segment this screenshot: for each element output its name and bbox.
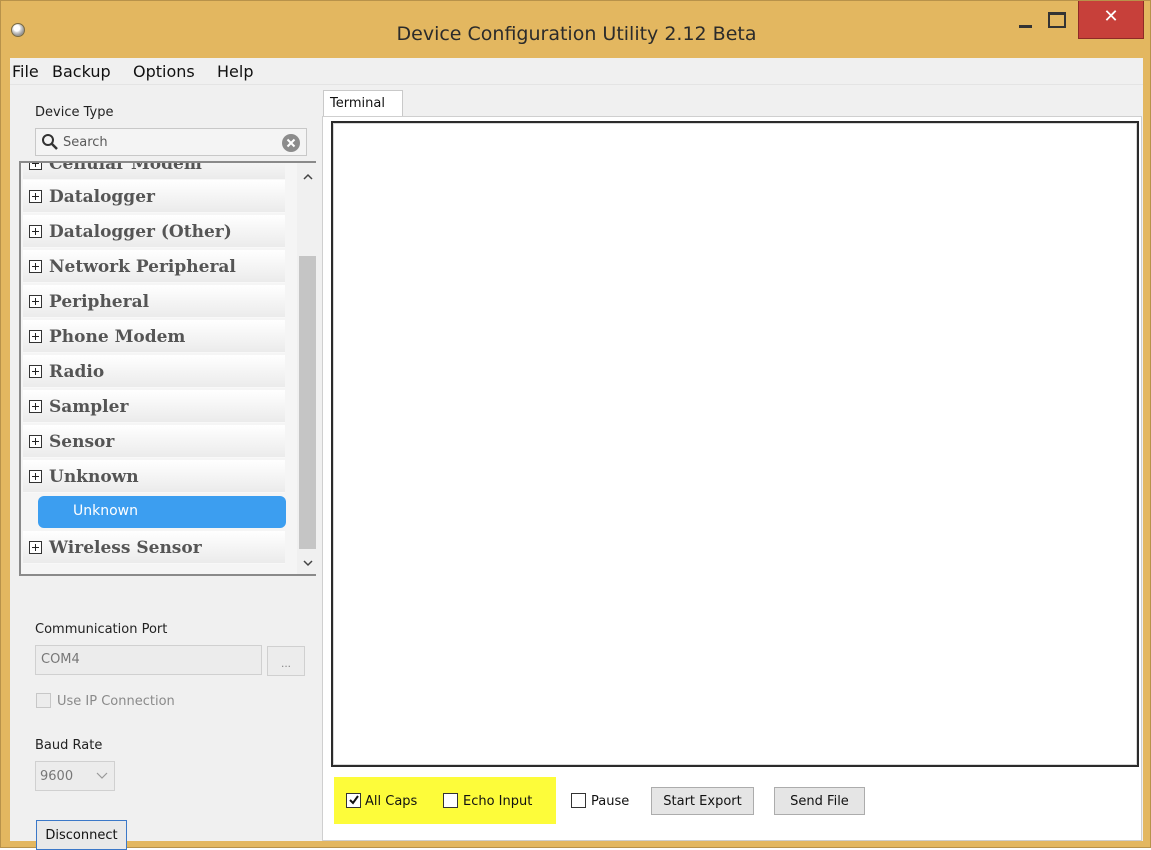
tree-item-wireless-sensor[interactable]: Wireless Sensor — [23, 531, 285, 564]
terminal-output[interactable] — [331, 121, 1139, 767]
terminal-panel: Terminal All Caps Echo Input Pause Start… — [316, 85, 1143, 841]
tab-terminal[interactable]: Terminal — [323, 90, 403, 117]
app-window: Device Configuration Utility 2.12 Beta ✕… — [0, 0, 1151, 850]
tree-item-datalogger[interactable]: Datalogger — [23, 180, 285, 213]
menu-backup[interactable]: Backup — [52, 62, 111, 81]
all-caps-checkbox[interactable] — [346, 793, 361, 808]
communication-port-field[interactable]: COM4 — [35, 645, 262, 675]
tree-item-label: Unknown — [49, 467, 139, 487]
tree-item-sensor[interactable]: Sensor — [23, 425, 285, 458]
expand-icon[interactable] — [29, 295, 42, 308]
close-icon: ✕ — [1103, 6, 1119, 27]
tree-child-label: Unknown — [73, 503, 138, 519]
tree-item-label: Datalogger — [49, 187, 155, 207]
disconnect-button[interactable]: Disconnect — [36, 820, 127, 850]
tree-child-unknown-selected[interactable]: Unknown — [38, 496, 286, 528]
tree-item-unknown[interactable]: Unknown — [23, 460, 285, 493]
send-file-button[interactable]: Send File — [774, 787, 865, 815]
echo-input-checkbox[interactable] — [443, 793, 458, 808]
window-title: Device Configuration Utility 2.12 Beta — [396, 23, 757, 45]
title-bar[interactable]: Device Configuration Utility 2.12 Beta ✕ — [1, 1, 1151, 59]
terminal-tab-body: All Caps Echo Input Pause Start Export S… — [322, 116, 1142, 841]
pause-checkbox[interactable] — [571, 793, 586, 808]
search-icon — [42, 134, 58, 150]
minimize-icon[interactable] — [1012, 1, 1042, 41]
checkmark-icon — [349, 795, 359, 805]
menu-help[interactable]: Help — [217, 62, 253, 81]
tree-item-label: Cellular Modem — [49, 161, 202, 174]
menu-file[interactable]: File — [12, 62, 39, 81]
search-input[interactable] — [63, 133, 273, 151]
scroll-up-icon[interactable] — [302, 171, 314, 183]
tree-item-peripheral[interactable]: Peripheral — [23, 285, 285, 318]
tree-item-cellular-modem[interactable]: Cellular Modem — [23, 161, 285, 180]
use-ip-checkbox[interactable] — [36, 693, 51, 708]
expand-icon[interactable] — [29, 400, 42, 413]
baud-rate-select[interactable]: 9600 — [35, 761, 115, 791]
search-box[interactable] — [35, 128, 307, 156]
baud-rate-label: Baud Rate — [35, 738, 103, 753]
clear-search-icon[interactable] — [281, 133, 301, 153]
menu-options[interactable]: Options — [133, 62, 195, 81]
tree-item-radio[interactable]: Radio — [23, 355, 285, 388]
expand-icon[interactable] — [29, 225, 42, 238]
device-type-label: Device Type — [35, 105, 114, 120]
tree-item-label: Peripheral — [49, 292, 150, 312]
tree-item-datalogger-other[interactable]: Datalogger (Other) — [23, 215, 285, 248]
use-ip-label: Use IP Connection — [57, 694, 175, 709]
expand-icon[interactable] — [29, 260, 42, 273]
close-button[interactable]: ✕ — [1078, 1, 1144, 39]
expand-icon[interactable] — [29, 365, 42, 378]
expand-icon[interactable] — [29, 435, 42, 448]
tree-item-label: Sensor — [49, 432, 115, 452]
tree-item-label: Phone Modem — [49, 327, 186, 347]
start-export-button[interactable]: Start Export — [651, 787, 754, 815]
tree-item-label: Network Peripheral — [49, 257, 236, 277]
scrollbar-thumb[interactable] — [299, 256, 317, 549]
device-panel: Device Type Cellular Modem — [10, 85, 321, 850]
tree-item-network-peripheral[interactable]: Network Peripheral — [23, 250, 285, 283]
scroll-down-icon[interactable] — [302, 557, 314, 569]
echo-input-label: Echo Input — [463, 794, 533, 809]
baud-rate-value: 9600 — [40, 769, 74, 784]
tree-item-sampler[interactable]: Sampler — [23, 390, 285, 423]
expand-icon[interactable] — [29, 541, 42, 554]
tree-item-label: Sampler — [49, 397, 129, 417]
all-caps-label: All Caps — [365, 794, 418, 809]
menu-bar: File Backup Options Help — [10, 58, 1143, 85]
tree-item-label: Datalogger (Other) — [49, 222, 232, 242]
communication-port-label: Communication Port — [35, 622, 168, 637]
expand-icon[interactable] — [29, 330, 42, 343]
maximize-icon[interactable] — [1041, 1, 1071, 41]
client-area: File Backup Options Help Device Type Sea… — [10, 58, 1143, 850]
tree-item-phone-modem[interactable]: Phone Modem — [23, 320, 285, 353]
device-type-tree[interactable]: Cellular Modem Datalogger Datalogger (Ot… — [19, 161, 321, 576]
expand-icon[interactable] — [29, 470, 42, 483]
expand-icon[interactable] — [29, 190, 42, 203]
tree-item-label: Wireless Sensor — [49, 538, 202, 558]
expand-icon[interactable] — [29, 163, 42, 170]
browse-port-button[interactable]: ... — [267, 646, 305, 676]
tree-item-label: Radio — [49, 362, 105, 382]
pause-label: Pause — [591, 794, 630, 809]
chevron-down-icon — [96, 772, 108, 779]
